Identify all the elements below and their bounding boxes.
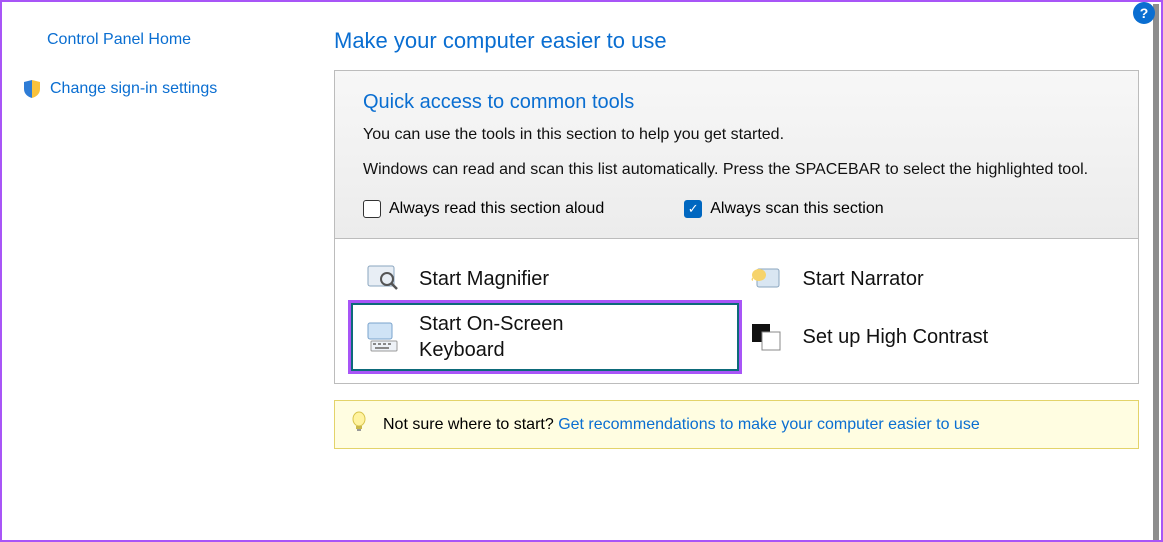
checkbox-checked-icon: ✓ <box>684 200 702 218</box>
quick-access-desc1: You can use the tools in this section to… <box>363 126 1110 144</box>
main-content: Make your computer easier to use Quick a… <box>322 2 1161 540</box>
narrator-label: Start Narrator <box>803 268 924 291</box>
change-signin-settings-link[interactable]: Change sign-in settings <box>22 79 302 99</box>
read-aloud-checkbox[interactable]: Always read this section aloud <box>363 200 604 218</box>
magnifier-label: Start Magnifier <box>419 268 549 291</box>
magnifier-icon <box>363 259 403 299</box>
read-aloud-label: Always read this section aloud <box>389 200 604 218</box>
setup-high-contrast-link[interactable]: Set up High Contrast <box>747 311 1111 363</box>
get-recommendations-link[interactable]: Get recommendations to make your compute… <box>558 416 980 433</box>
start-osk-link[interactable]: Start On-Screen Keyboard <box>351 303 739 371</box>
quick-access-desc2: Windows can read and scan this list auto… <box>363 158 1110 182</box>
tools-section: Start Magnifier Start Narrator <box>334 239 1139 384</box>
contrast-label: Set up High Contrast <box>803 326 989 349</box>
page-title: Make your computer easier to use <box>334 28 1139 54</box>
signin-label: Change sign-in settings <box>50 80 217 98</box>
quick-access-checkboxes: Always read this section aloud ✓ Always … <box>363 200 1110 218</box>
keyboard-icon <box>363 317 403 357</box>
start-narrator-link[interactable]: Start Narrator <box>747 259 1111 299</box>
high-contrast-icon <box>747 317 787 357</box>
osk-label: Start On-Screen Keyboard <box>419 311 589 363</box>
recommend-text: Not sure where to start? Get recommendat… <box>383 416 980 434</box>
quick-access-section: Quick access to common tools You can use… <box>334 70 1139 239</box>
start-magnifier-link[interactable]: Start Magnifier <box>363 259 727 299</box>
content-container: Control Panel Home Change sign-in settin… <box>2 2 1161 540</box>
checkbox-empty-icon <box>363 200 381 218</box>
shield-icon <box>22 79 42 99</box>
control-panel-home-link[interactable]: Control Panel Home <box>22 27 302 53</box>
sidebar: Control Panel Home Change sign-in settin… <box>2 2 322 540</box>
recommendations-bar: Not sure where to start? Get recommendat… <box>334 400 1139 449</box>
scan-section-checkbox[interactable]: ✓ Always scan this section <box>684 200 883 218</box>
recommend-prompt: Not sure where to start? <box>383 416 558 433</box>
narrator-icon <box>747 259 787 299</box>
help-icon[interactable]: ? <box>1133 2 1155 24</box>
scan-label: Always scan this section <box>710 200 883 218</box>
scrollbar[interactable] <box>1153 4 1159 540</box>
lightbulb-icon <box>349 411 369 438</box>
quick-access-title: Quick access to common tools <box>363 91 1110 114</box>
